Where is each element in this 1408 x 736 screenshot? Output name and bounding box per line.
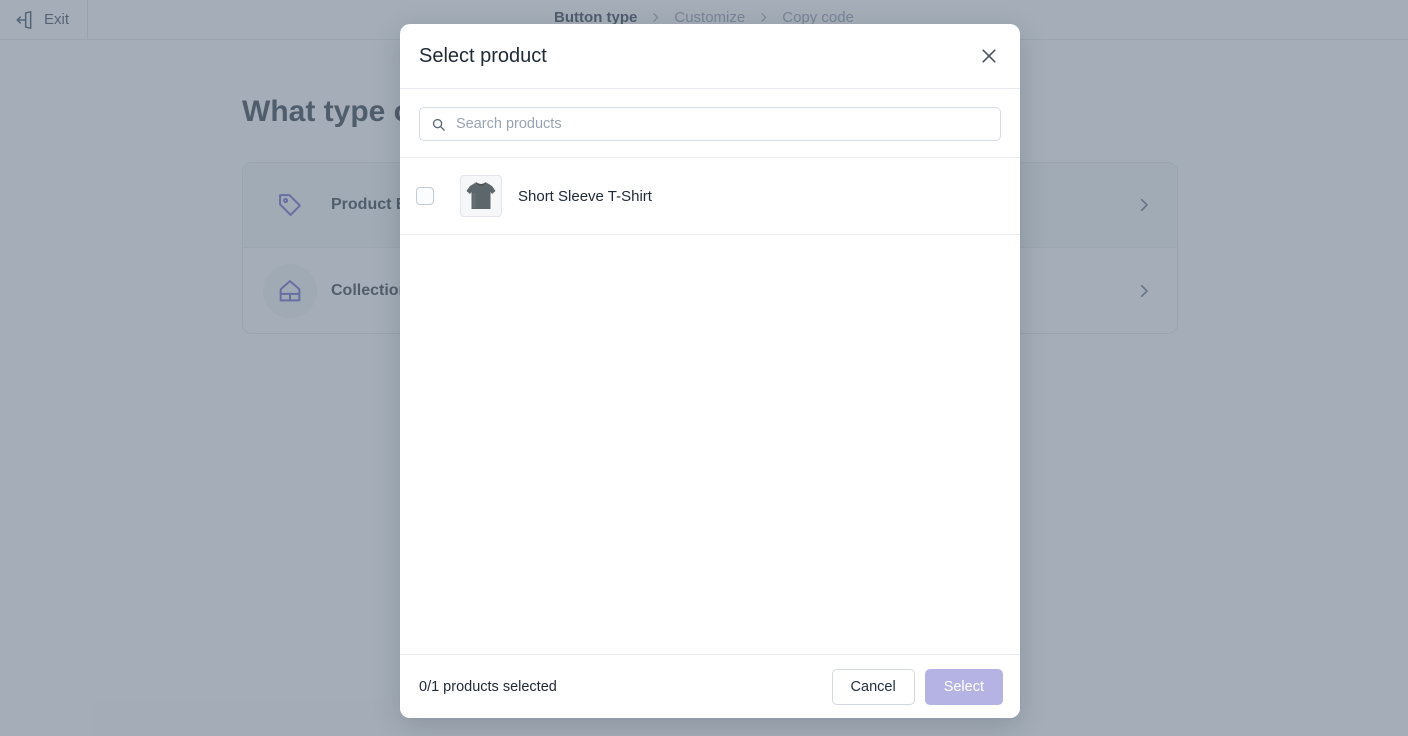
modal-header: Select product [400,24,1020,89]
product-name: Short Sleeve T-Shirt [518,187,652,205]
select-product-modal: Select product Search products Short Sle… [400,24,1020,718]
product-checkbox[interactable] [416,187,434,205]
search-area [400,89,1020,157]
modal-title: Select product [419,45,547,67]
search-box[interactable] [419,107,1001,141]
selected-count: 0/1 products selected [419,678,557,695]
select-button[interactable]: Select [924,668,1003,705]
close-button[interactable] [974,41,1004,71]
search-input[interactable] [446,108,1000,140]
cancel-button[interactable]: Cancel [831,668,915,705]
product-list[interactable]: Short Sleeve T-Shirt [400,157,1020,654]
search-icon [431,117,446,132]
product-thumbnail [460,175,502,217]
modal-footer: 0/1 products selected Cancel Select [400,654,1020,718]
tshirt-photo [461,176,501,216]
close-x-icon [979,46,999,66]
list-item[interactable]: Short Sleeve T-Shirt [400,158,1020,235]
